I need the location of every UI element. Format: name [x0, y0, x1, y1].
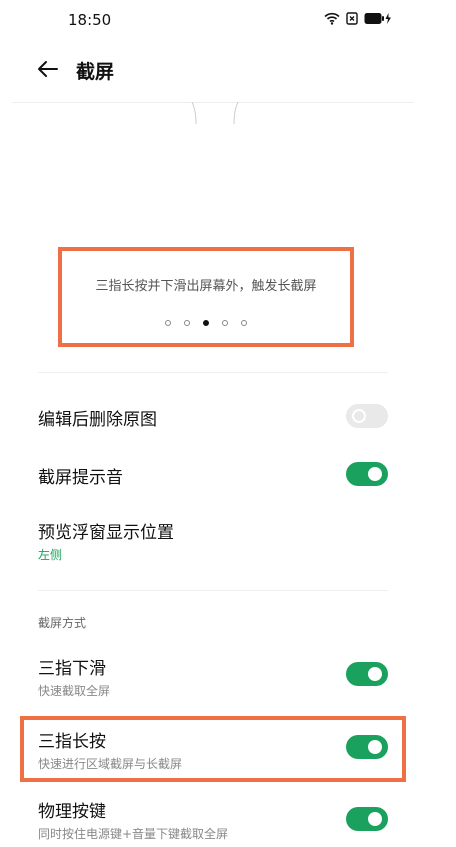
battery-charging-icon	[364, 13, 391, 24]
preview-position-value[interactable]: 左侧	[38, 546, 62, 563]
page-indicator	[62, 320, 350, 326]
toggle-knob	[368, 812, 382, 826]
physical-keys-toggle[interactable]	[346, 807, 388, 831]
wifi-icon	[324, 12, 340, 25]
toggle-knob	[368, 467, 382, 481]
status-icons	[324, 12, 392, 25]
toggle-knob	[368, 667, 382, 681]
status-time: 18:50	[68, 11, 112, 29]
back-arrow-icon[interactable]	[36, 58, 60, 80]
page-dot[interactable]	[222, 320, 228, 326]
three-finger-swipe-desc: 快速截取全屏	[38, 684, 111, 698]
page-dot[interactable]	[165, 320, 171, 326]
phone-illustration	[191, 102, 239, 125]
preview-position-label[interactable]: 预览浮窗显示位置	[38, 518, 174, 543]
page-title: 截屏	[76, 61, 115, 83]
section-divider	[38, 590, 388, 591]
screenshot-sound-toggle[interactable]	[346, 462, 388, 486]
page-dot[interactable]	[184, 320, 190, 326]
long-press-row-highlight	[20, 716, 406, 782]
section-divider	[38, 372, 388, 373]
physical-keys-desc: 同时按住电源键+音量下键截取全屏	[38, 827, 229, 841]
screenshot-sound-label: 截屏提示音	[38, 468, 123, 488]
no-sim-icon	[346, 12, 358, 25]
page-dot[interactable]	[241, 320, 247, 326]
page-dot-active[interactable]	[203, 320, 209, 326]
delete-after-edit-toggle[interactable]	[346, 404, 388, 428]
three-finger-swipe-label: 三指下滑	[38, 659, 106, 679]
toggle-knob	[352, 409, 366, 423]
delete-after-edit-label: 编辑后删除原图	[38, 410, 157, 430]
gesture-preview-highlight: 三指长按并下滑出屏幕外，触发长截屏	[58, 247, 354, 347]
three-finger-swipe-toggle[interactable]	[346, 662, 388, 686]
physical-keys-label: 物理按键	[38, 802, 106, 822]
preview-caption: 三指长按并下滑出屏幕外，触发长截屏	[95, 279, 317, 294]
section-label: 截屏方式	[38, 616, 87, 630]
